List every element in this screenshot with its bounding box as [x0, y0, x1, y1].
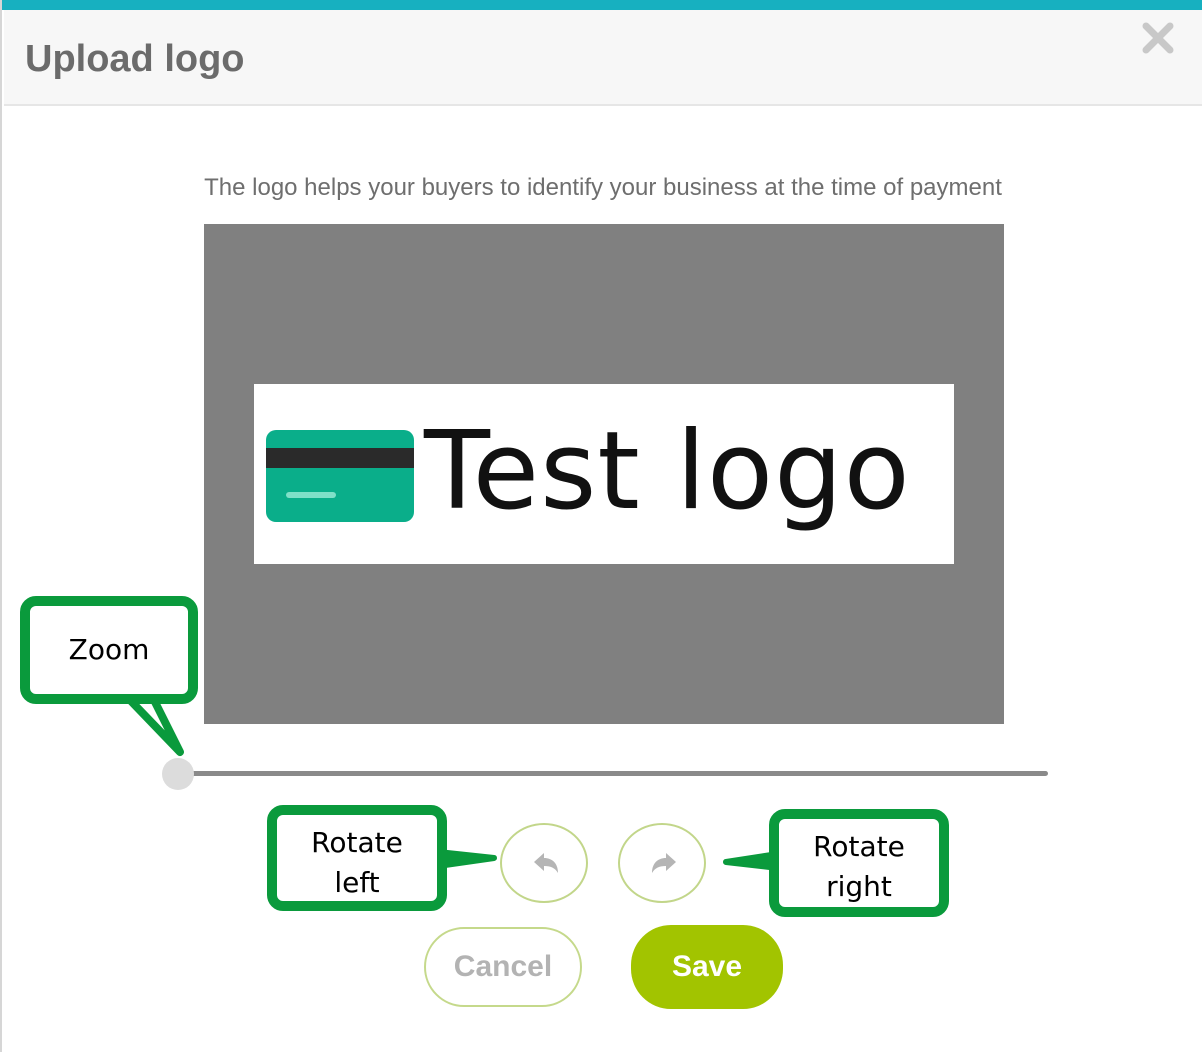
upload-logo-dialog: Upload logo The logo helps your buyers t… [0, 0, 1202, 1052]
rotate-right-annotation-line1: Rotate [813, 830, 905, 863]
rotate-right-button[interactable] [618, 823, 706, 903]
rotate-right-icon [652, 853, 676, 873]
zoom-annotation-label: Zoom [68, 633, 150, 666]
logo-preview-image: Test logo [254, 384, 954, 564]
rotate-right-annotation: Rotate right [769, 809, 949, 917]
rotate-left-button[interactable] [500, 823, 588, 903]
zoom-slider-thumb[interactable] [162, 758, 194, 790]
dialog-description: The logo helps your buyers to identify y… [204, 174, 1002, 201]
credit-card-icon [266, 430, 414, 522]
rotate-left-annotation-line1: Rotate [311, 826, 403, 859]
close-button[interactable] [1140, 20, 1176, 56]
rotate-right-annotation-line2: right [826, 870, 892, 903]
zoom-slider-track[interactable] [178, 771, 1048, 776]
close-icon [1142, 22, 1174, 54]
zoom-slider[interactable] [162, 756, 1052, 792]
crop-area[interactable]: Test logo [204, 224, 1004, 724]
save-button[interactable]: Save [631, 925, 783, 1009]
cancel-button[interactable]: Cancel [424, 927, 582, 1007]
rotate-left-icon [534, 853, 558, 873]
top-accent-bar [2, 0, 1202, 10]
logo-text: Test logo [424, 409, 911, 534]
dialog-title: Upload logo [25, 38, 245, 80]
zoom-annotation: Zoom [20, 596, 198, 704]
dialog-header: Upload logo [4, 10, 1202, 106]
rotate-left-annotation: Rotate left [267, 805, 447, 911]
rotate-left-annotation-line2: left [334, 866, 380, 899]
